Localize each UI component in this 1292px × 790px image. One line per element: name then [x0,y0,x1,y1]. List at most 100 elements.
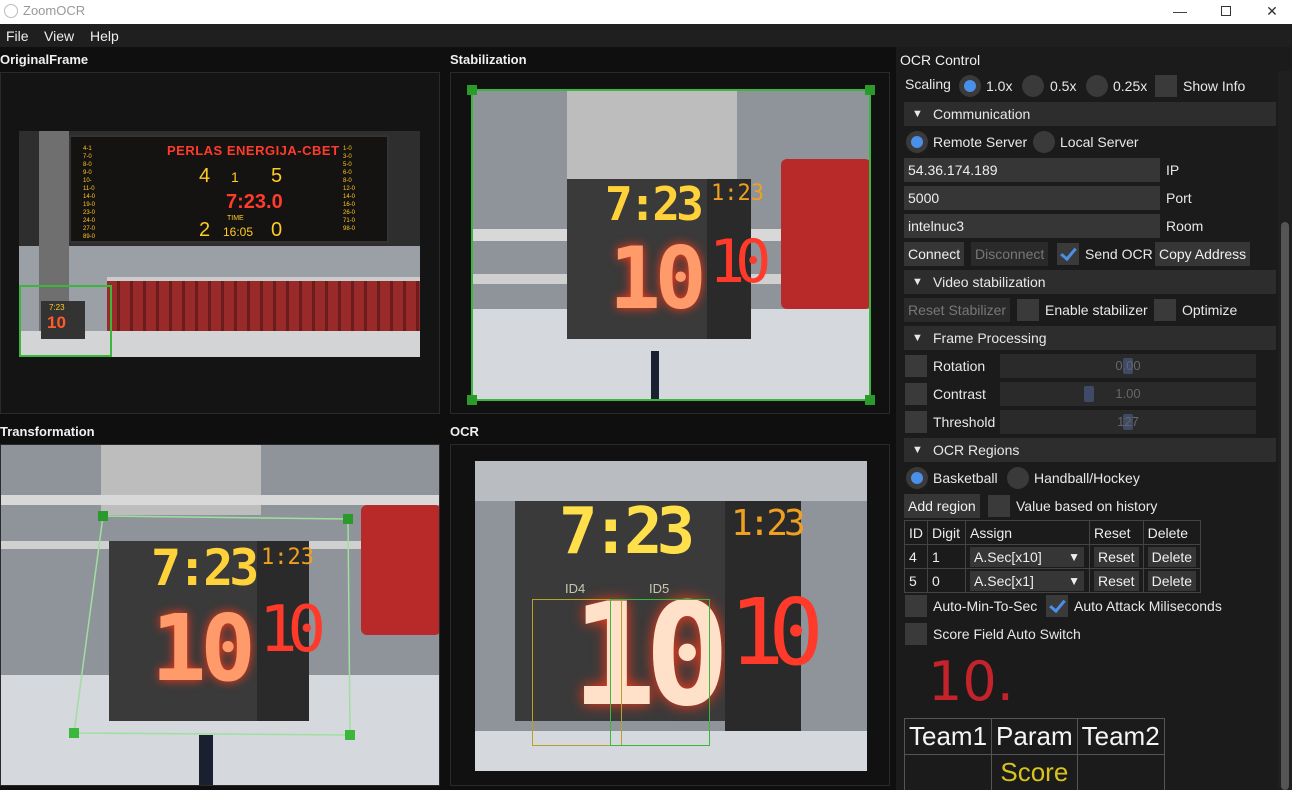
roster-entry: 14-0 [343,194,356,200]
ocr-clock: 7:23 [559,495,695,569]
collapse-triangle-icon: ▼ [912,444,923,456]
region-reset-button[interactable]: Reset [1094,546,1139,567]
left-num: 2 [199,219,211,241]
delete-cell: Delete [1142,544,1202,569]
ocr-regions-header[interactable]: ▼ OCR Regions [904,438,1276,462]
original-frame-view[interactable]: PERLAS ENERGIJA-CBET 4 1 5 7:23.0 2 TIME… [0,72,440,414]
handball-radio[interactable] [1007,467,1029,489]
roster-entry: 11-0 [83,186,95,192]
transform-quad[interactable] [1,445,440,786]
history-checkbox[interactable] [988,495,1010,517]
roster-entry: 12-0 [343,186,356,192]
ocr-readout: 10. [928,650,1014,713]
roster-entry: 26-0 [343,210,356,216]
maximize-button[interactable] [1203,0,1249,24]
show-info-checkbox[interactable] [1155,75,1177,97]
table-row: 4 1 A.Sec[x10] ▼ Reset Delete [904,544,1202,569]
roi-box-id5[interactable] [610,599,710,746]
roi-label-id5: ID5 [649,581,670,596]
score-switch-checkbox[interactable] [905,623,927,645]
rotation-label: Rotation [933,358,986,374]
minimize-button[interactable]: — [1157,0,1203,24]
region-id: 5 [904,568,928,593]
col-delete: Delete [1142,520,1202,545]
auto-min-label: Auto-Min-To-Sec [933,598,1038,614]
scoreboard-banner: PERLAS ENERGIJA-CBET [167,143,340,158]
quad-handle-bl [69,728,79,738]
threshold-checkbox[interactable] [905,411,927,433]
menu-file[interactable]: File [6,28,29,44]
auto-attack-checkbox[interactable] [1046,595,1068,617]
port-input[interactable]: 5000 [904,186,1160,210]
roster-entry: 71-0 [343,218,356,224]
ip-label: IP [1166,162,1180,178]
close-button[interactable]: ✕ [1249,0,1292,24]
left-roster: 4-1 7-0 8-0 9-0 10- 11-0 14-0 19-0 23-0 24-0 27-0 8… [83,145,109,241]
copy-address-button[interactable]: Copy Address [1155,242,1251,266]
stabilization-view[interactable]: 7:23 10 1:23 10 [450,72,890,414]
menu-help[interactable]: Help [90,28,119,44]
maximize-icon [1221,6,1231,16]
roi-handle-bl[interactable] [467,395,477,405]
region-reset-button[interactable]: Reset [1094,570,1139,591]
enable-stabilizer-checkbox[interactable] [1017,299,1039,321]
contrast-checkbox[interactable] [905,383,927,405]
rotation-checkbox[interactable] [905,355,927,377]
connect-button[interactable]: Connect [904,242,965,266]
contrast-slider[interactable]: 1.00 [1000,382,1256,406]
send-ocr-checkbox[interactable] [1057,243,1079,265]
optimize-checkbox[interactable] [1154,299,1176,321]
scaling-05x-radio[interactable] [1022,75,1044,97]
scaling-025x-radio[interactable] [1086,75,1108,97]
contrast-label: Contrast [933,386,986,402]
room-input[interactable]: intelnuc3 [904,214,1160,238]
roi-rectangle[interactable] [19,285,112,357]
scrollbar-thumb[interactable] [1281,222,1289,790]
ocr-side-clock: 1:23 [731,503,806,544]
roi-box-id4[interactable] [532,599,622,746]
panel-title-ocr: OCR [450,424,479,439]
rotation-slider[interactable]: 0.00 [1000,354,1256,378]
remote-server-radio[interactable] [906,131,928,153]
region-digit: 1 [927,544,966,569]
roster-entry: 24-0 [83,218,96,224]
basketball-radio[interactable] [906,467,928,489]
local-server-label: Local Server [1060,134,1139,150]
assign-select[interactable]: A.Sec[x1] ▼ [970,570,1084,591]
roster-entry: 9-0 [83,170,92,176]
menu-bar: File View Help [0,24,1292,47]
disconnect-button[interactable]: Disconnect [971,242,1049,266]
ip-input[interactable]: 54.36.174.189 [904,158,1160,182]
region-delete-button[interactable]: Delete [1147,546,1197,567]
panel-title-original: OriginalFrame [0,52,89,67]
period: 1 [231,169,239,185]
assign-cell: A.Sec[x1] ▼ [965,568,1090,593]
video-stabilization-header[interactable]: ▼ Video stabilization [904,270,1276,294]
local-server-radio[interactable] [1033,131,1055,153]
team2-score [1076,754,1165,790]
roster-entry: 19-0 [83,202,96,208]
scaling-1x-radio[interactable] [959,75,981,97]
add-region-button[interactable]: Add region [904,494,980,518]
stabilization-roi[interactable] [471,89,871,401]
communication-header[interactable]: ▼ Communication [904,102,1276,126]
roi-handle-br[interactable] [865,395,875,405]
roster-entry: 89-0 [83,234,96,240]
roster-entry: 23-0 [83,210,96,216]
menu-view[interactable]: View [44,28,74,44]
reset-stabilizer-button[interactable]: Reset Stabilizer [904,298,1011,322]
scaling-label: Scaling [905,76,951,92]
threshold-slider[interactable]: 127 [1000,410,1256,434]
assign-select[interactable]: A.Sec[x10] ▼ [970,546,1084,567]
score-table: Team1 Param Team2 Score [903,718,1165,790]
roi-handle-tr[interactable] [865,85,875,95]
transformation-view[interactable]: 7:23 10 1:23 10 [0,444,440,786]
auto-min-checkbox[interactable] [905,595,927,617]
threshold-label: Threshold [933,414,996,430]
region-delete-button[interactable]: Delete [1147,570,1197,591]
frame-processing-header[interactable]: ▼ Frame Processing [904,326,1276,350]
threshold-value: 127 [1117,414,1139,429]
roi-handle-tl[interactable] [467,85,477,95]
collapse-triangle-icon: ▼ [912,332,923,344]
ocr-view[interactable]: 7:23 10 1:23 10 ID4 ID5 [450,444,890,786]
